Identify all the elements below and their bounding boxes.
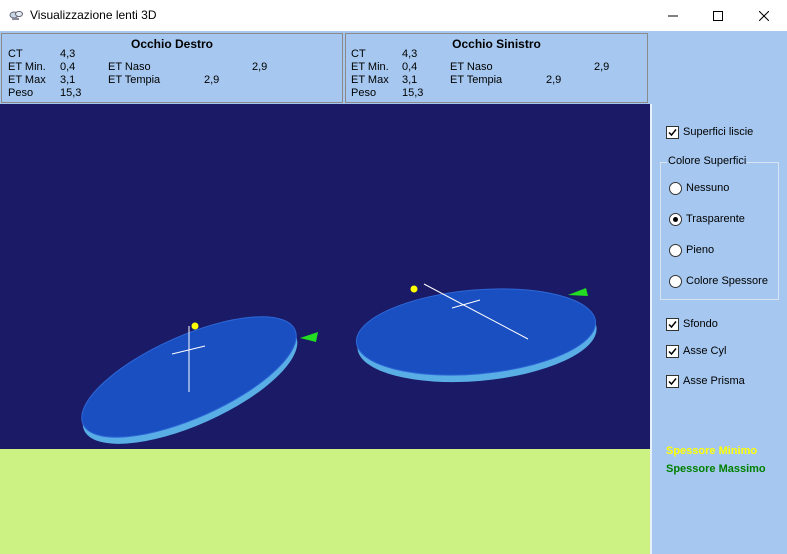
- left-eye-title: Occhio Sinistro: [452, 37, 541, 51]
- minimize-button[interactable]: [650, 0, 696, 31]
- right-lens-min-thickness-marker: [191, 322, 199, 330]
- left-lens-min-thickness-marker: [410, 285, 418, 293]
- checkbox-box: [666, 125, 679, 139]
- maximize-button[interactable]: [695, 0, 741, 31]
- radio-pieno-label: Pieno: [686, 244, 715, 256]
- options-sidebar: Superfici liscie Colore Superfici Nessun…: [650, 104, 787, 554]
- radio-colore-spessore-label: Colore Spessore: [686, 275, 768, 287]
- close-button[interactable]: [741, 0, 787, 31]
- left-eye-panel: Occhio Sinistro CT 4,3 ET Min. 0,4 ET Ma…: [345, 33, 648, 103]
- spessore-minimo-legend: Spessore Minimo: [666, 445, 758, 457]
- et-min-value: 0,4: [60, 61, 76, 73]
- right-eye-panel: Occhio Destro CT 4,3 ET Min. 0,4 ET Max …: [1, 33, 343, 103]
- et-tempia-label: ET Tempia: [450, 74, 503, 86]
- ct-label: CT: [351, 48, 366, 60]
- peso-value: 15,3: [402, 87, 424, 99]
- window-title: Visualizzazione lenti 3D: [30, 8, 157, 22]
- sfondo-checkbox[interactable]: Sfondo: [666, 316, 718, 332]
- peso-value: 15,3: [60, 87, 82, 99]
- et-max-label: ET Max: [8, 74, 46, 86]
- et-tempia-value: 2,9: [546, 74, 562, 86]
- radio-circle: [669, 181, 682, 195]
- asse-prisma-label: Asse Prisma: [683, 375, 745, 387]
- checkmark-icon: [668, 377, 677, 385]
- lens-3d-viewport[interactable]: [0, 104, 650, 554]
- checkmark-icon: [668, 128, 677, 136]
- superfici-lisce-checkbox[interactable]: Superfici liscie: [666, 124, 753, 140]
- et-max-label: ET Max: [351, 74, 389, 86]
- checkmark-icon: [668, 320, 677, 328]
- app-icon: [8, 7, 24, 23]
- radio-selected-dot: [673, 216, 678, 222]
- radio-trasparente[interactable]: Trasparente: [669, 211, 745, 227]
- spessore-massimo-legend: Spessore Massimo: [666, 463, 766, 475]
- et-naso-label: ET Naso: [108, 61, 151, 73]
- asse-cyl-checkbox[interactable]: Asse Cyl: [666, 343, 726, 359]
- et-max-value: 3,1: [402, 74, 418, 86]
- et-naso-label: ET Naso: [450, 61, 493, 73]
- radio-circle: [669, 212, 682, 226]
- radio-circle: [669, 243, 682, 257]
- et-max-value: 3,1: [60, 74, 76, 86]
- maximize-icon: [713, 10, 723, 21]
- et-naso-value: 2,9: [594, 61, 610, 73]
- checkbox-box: [666, 344, 679, 358]
- floor-plane: [0, 449, 650, 554]
- radio-nessuno-label: Nessuno: [686, 182, 730, 194]
- close-icon: [759, 10, 769, 21]
- asse-prisma-checkbox[interactable]: Asse Prisma: [666, 373, 745, 389]
- sfondo-label: Sfondo: [683, 318, 718, 330]
- asse-cyl-label: Asse Cyl: [683, 345, 727, 357]
- radio-colore-spessore[interactable]: Colore Spessore: [669, 273, 768, 289]
- ct-value: 4,3: [60, 48, 76, 60]
- checkbox-box: [666, 374, 679, 388]
- minimize-icon: [668, 15, 678, 16]
- checkmark-icon: [668, 347, 677, 355]
- title-bar: Visualizzazione lenti 3D: [0, 0, 787, 31]
- et-tempia-value: 2,9: [204, 74, 220, 86]
- et-min-label: ET Min.: [8, 61, 46, 73]
- et-min-label: ET Min.: [351, 61, 389, 73]
- colore-superfici-legend: Colore Superfici: [667, 155, 748, 167]
- radio-pieno[interactable]: Pieno: [669, 242, 714, 258]
- et-naso-value: 2,9: [252, 61, 268, 73]
- radio-circle: [669, 274, 682, 288]
- checkbox-box: [666, 317, 679, 331]
- superfici-lisce-label: Superfici liscie: [683, 126, 754, 138]
- ct-label: CT: [8, 48, 23, 60]
- peso-label: Peso: [8, 87, 34, 99]
- peso-label: Peso: [351, 87, 377, 99]
- right-eye-title: Occhio Destro: [130, 37, 214, 51]
- et-min-value: 0,4: [402, 61, 418, 73]
- et-tempia-label: ET Tempia: [108, 74, 161, 86]
- radio-trasparente-label: Trasparente: [686, 213, 745, 225]
- ct-value: 4,3: [402, 48, 418, 60]
- radio-nessuno[interactable]: Nessuno: [669, 180, 729, 196]
- colore-superfici-group: Colore Superfici Nessuno Trasparente Pie…: [660, 155, 779, 300]
